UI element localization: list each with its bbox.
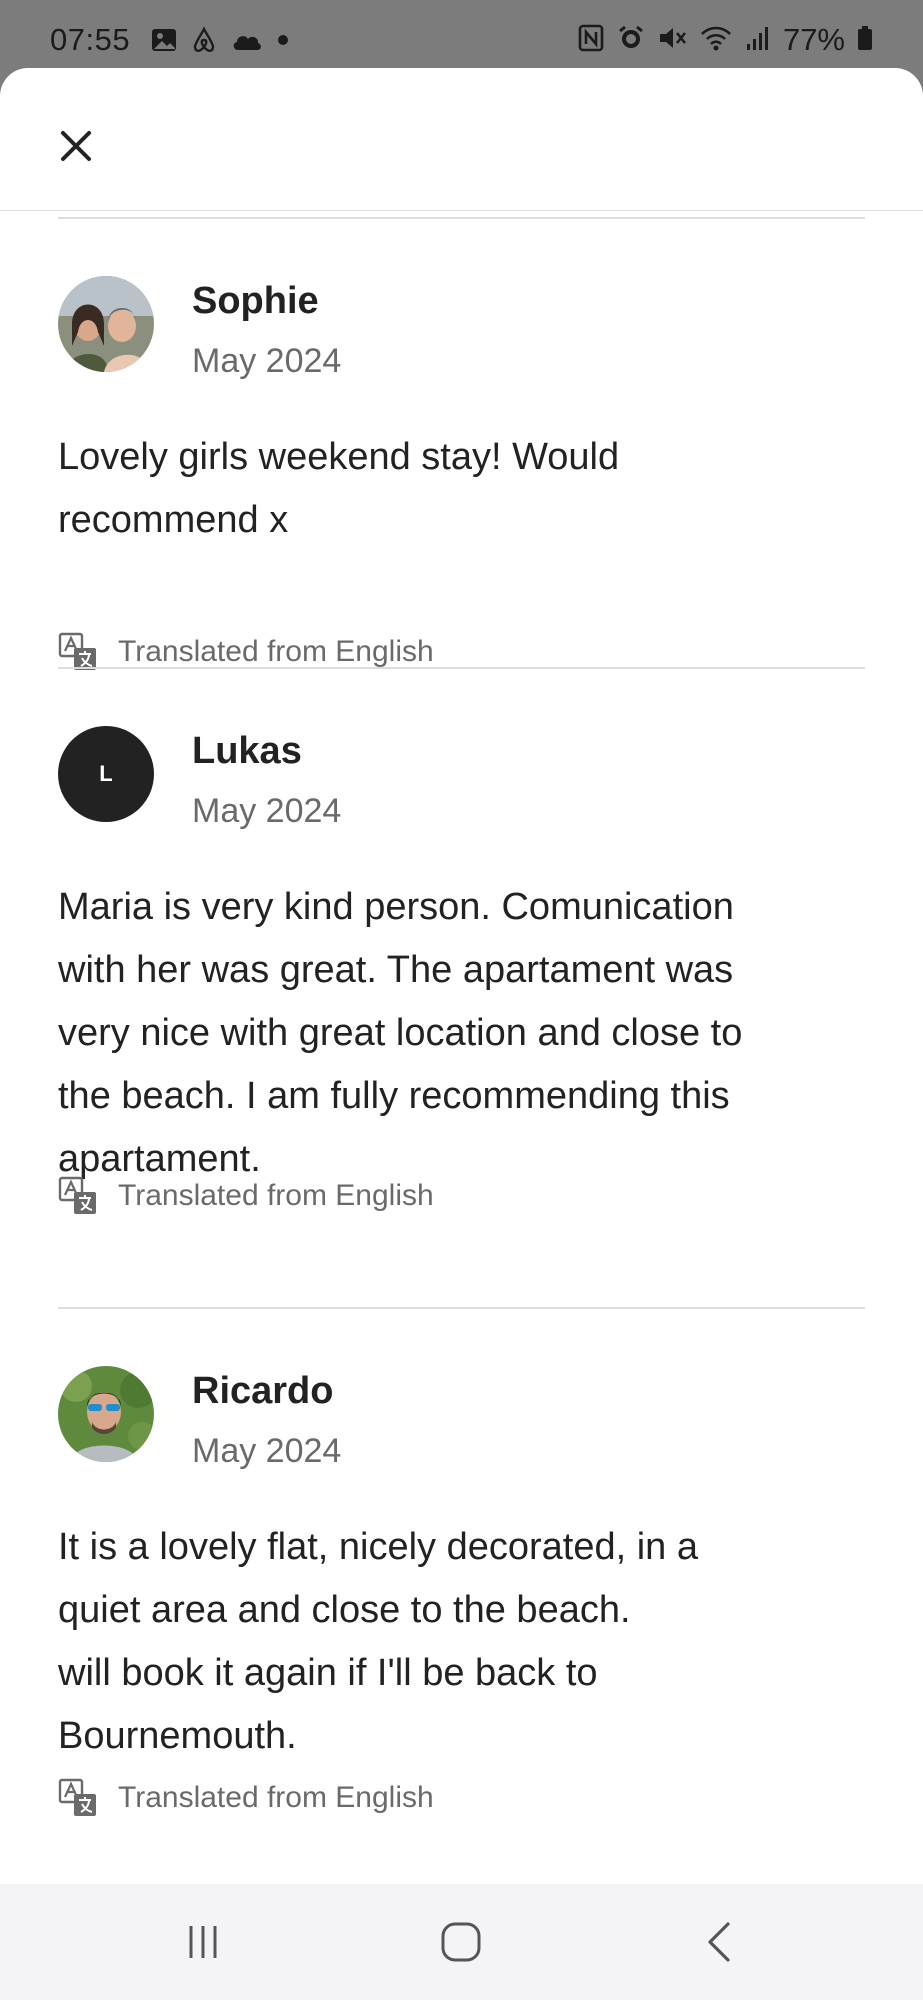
reviewer-name[interactable]: Ricardo bbox=[192, 1370, 333, 1413]
battery-percentage: 77% bbox=[782, 22, 845, 57]
divider bbox=[58, 667, 865, 669]
divider bbox=[58, 217, 865, 219]
translated-label: Translated from English bbox=[118, 1179, 434, 1212]
airbnb-icon bbox=[190, 25, 218, 60]
alarm-icon bbox=[617, 24, 645, 57]
signal-icon bbox=[745, 24, 771, 57]
sheet-header bbox=[0, 68, 923, 211]
reviews-sheet: Sophie May 2024 Lovely girls weekend sta… bbox=[0, 68, 923, 1884]
translate-icon bbox=[58, 1176, 96, 1214]
review-item: Sophie May 2024 Lovely girls weekend sta… bbox=[58, 276, 865, 670]
status-left-icons bbox=[150, 24, 290, 60]
dot-icon bbox=[276, 33, 290, 52]
review-text: Maria is very kind person. Comunication … bbox=[58, 886, 743, 1180]
mute-icon bbox=[657, 24, 687, 57]
review-date: May 2024 bbox=[192, 1432, 342, 1470]
status-bar: 07:55 77% bbox=[0, 0, 923, 70]
home-button[interactable] bbox=[429, 1910, 493, 1974]
reviewer-name[interactable]: Lukas bbox=[192, 730, 302, 773]
review-text: It is a lovely flat, nicely decorated, i… bbox=[58, 1526, 698, 1757]
review-date: May 2024 bbox=[192, 342, 342, 380]
review-item: L Lukas May 2024 Maria is very kind pers… bbox=[58, 726, 865, 1214]
translate-icon bbox=[58, 1778, 96, 1816]
recents-icon bbox=[189, 1926, 217, 1958]
wifi-icon bbox=[699, 24, 733, 57]
review-text: Lovely girls weekend stay! Would recomme… bbox=[58, 436, 620, 541]
navigation-bar bbox=[0, 1884, 923, 2000]
cloud-icon bbox=[230, 28, 264, 57]
translate-icon bbox=[58, 632, 96, 670]
status-right-icons: 77% bbox=[577, 22, 873, 58]
avatar[interactable]: L bbox=[58, 726, 154, 822]
status-time: 07:55 bbox=[50, 22, 131, 57]
image-icon bbox=[150, 26, 178, 59]
avatar[interactable] bbox=[58, 1366, 154, 1462]
back-icon bbox=[708, 1922, 730, 1962]
battery-icon bbox=[857, 24, 873, 57]
review-date: May 2024 bbox=[192, 792, 342, 830]
back-button[interactable] bbox=[688, 1910, 752, 1974]
close-icon bbox=[61, 131, 91, 161]
close-button[interactable] bbox=[52, 122, 100, 170]
avatar[interactable] bbox=[58, 276, 154, 372]
translated-note: Translated from English bbox=[58, 1778, 434, 1818]
home-icon bbox=[441, 1922, 481, 1962]
translated-note: Translated from English bbox=[58, 632, 434, 672]
translated-note: Translated from English bbox=[58, 1176, 434, 1216]
divider bbox=[58, 1307, 865, 1309]
reviewer-name[interactable]: Sophie bbox=[192, 280, 319, 323]
review-item: Ricardo May 2024 It is a lovely flat, ni… bbox=[58, 1366, 865, 1816]
translated-label: Translated from English bbox=[118, 1781, 434, 1814]
nfc-icon bbox=[577, 23, 605, 58]
translated-label: Translated from English bbox=[118, 635, 434, 668]
recents-button[interactable] bbox=[171, 1910, 235, 1974]
